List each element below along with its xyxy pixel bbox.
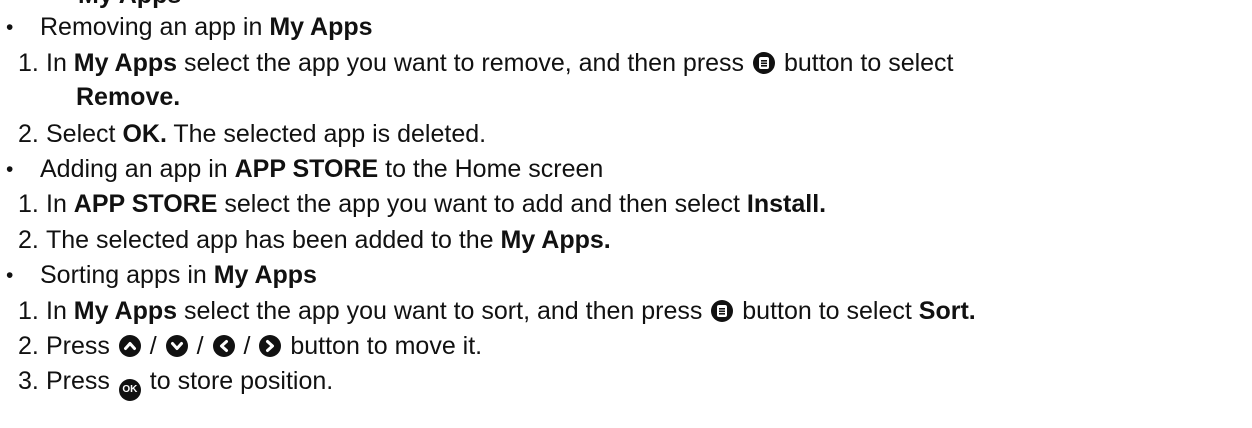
bullet-text: Adding an app in <box>40 155 235 183</box>
separator: / <box>142 332 164 360</box>
step-text: button to select <box>777 49 954 77</box>
step-text: Select <box>46 120 123 148</box>
step-text: button to select <box>735 297 919 325</box>
right-icon <box>259 335 282 357</box>
bullet-bold: My Apps <box>269 13 373 41</box>
step-number: 3. <box>18 367 39 395</box>
step-bold: Remove. <box>76 83 181 111</box>
step-text: select the app you want to add and then … <box>217 190 747 218</box>
step-bold: My Apps <box>73 297 178 325</box>
down-icon <box>165 335 188 357</box>
step-number: 2. <box>18 120 39 148</box>
menu-icon <box>711 300 734 322</box>
left-icon <box>212 335 235 357</box>
step-text: In <box>46 49 74 77</box>
step-text: The selected app is deleted. <box>166 120 487 148</box>
step-text: select the app you want to sort, and the… <box>177 297 710 325</box>
bullet-dot: • <box>6 158 14 181</box>
step-text: In <box>46 297 74 325</box>
bullet-text: to the Home screen <box>378 155 604 183</box>
step-text: button to move it. <box>283 332 483 360</box>
bullet-dot: • <box>6 16 14 39</box>
section-heading: My Apps <box>78 0 181 11</box>
bullet-dot: • <box>6 264 14 287</box>
step-text: to store position. <box>142 367 334 395</box>
step-bold: My Apps. <box>500 226 611 254</box>
separator: / <box>236 332 258 360</box>
step-bold: OK. <box>122 120 167 148</box>
step-bold: APP STORE <box>73 190 218 218</box>
up-icon <box>118 335 141 357</box>
bullet-bold: My Apps <box>213 261 317 289</box>
menu-icon <box>753 52 775 74</box>
bullet-text: Removing an app in <box>40 13 270 41</box>
step-number: 1. <box>18 190 39 218</box>
step-number: 2. <box>18 332 39 360</box>
step-bold: Install. <box>746 190 827 218</box>
step-text: select the app you want to remove, and t… <box>177 49 751 77</box>
separator: / <box>189 332 211 360</box>
step-text: Press <box>46 332 117 360</box>
step-bold: My Apps <box>73 49 178 77</box>
bullet-text: Sorting apps in <box>40 261 214 289</box>
step-text: The selected app has been added to the <box>46 226 501 254</box>
step-bold: Sort. <box>918 297 976 325</box>
step-text: In <box>46 190 74 218</box>
step-number: 1. <box>18 297 39 325</box>
ok-icon: OK <box>118 379 141 401</box>
step-number: 1. <box>18 49 39 77</box>
step-text: Press <box>46 367 117 395</box>
step-number: 2. <box>18 226 39 254</box>
bullet-bold: APP STORE <box>234 155 379 183</box>
